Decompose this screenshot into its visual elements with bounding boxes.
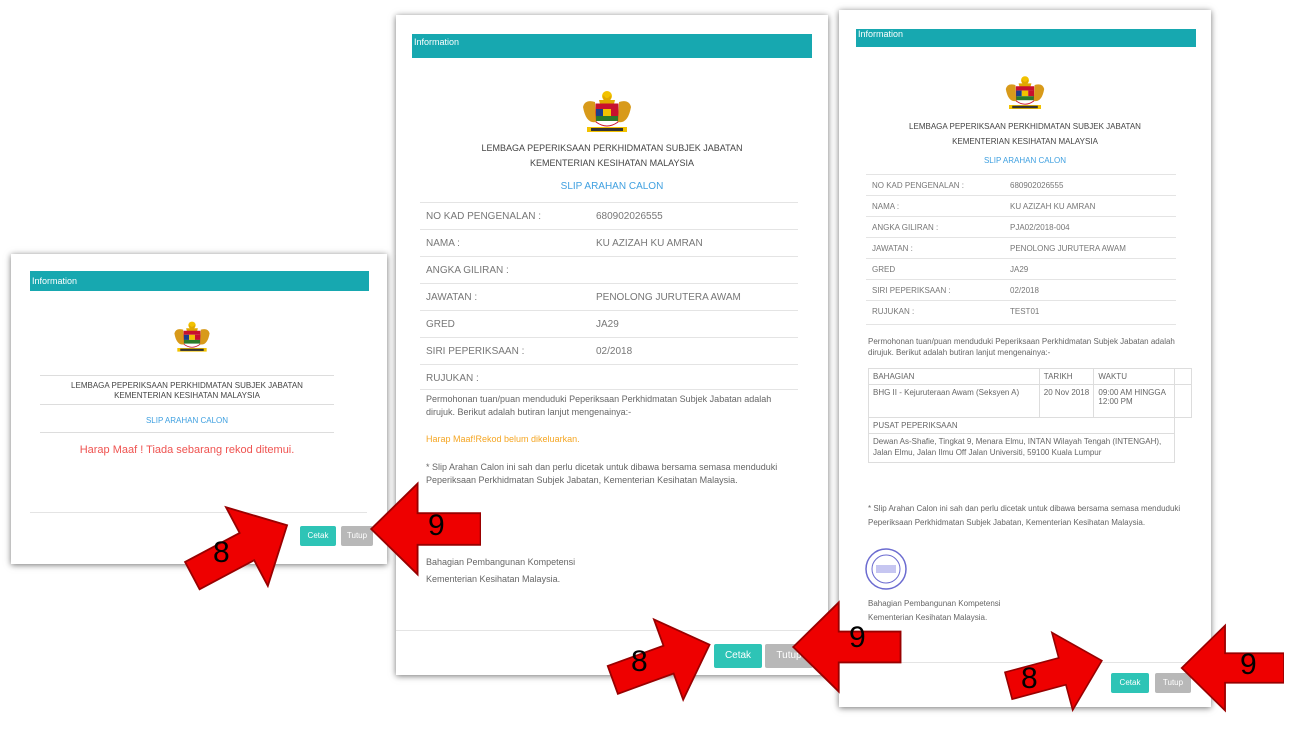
info-row: NO KAD PENGENALAN : 680902026555 <box>866 174 1176 196</box>
signature-line1: Bahagian Pembangunan Kompetensi <box>868 599 1001 608</box>
info-row: NAMA : KU AZIZAH KU AMRAN <box>420 229 798 257</box>
info-label: JAWATAN : <box>426 292 478 303</box>
cell-bahagian: BHG II - Kejuruteraan Awam (Seksyen A) <box>868 384 1040 418</box>
callout-number-9: 9 <box>849 621 866 654</box>
org-name-line2: KEMENTERIAN KESIHATAN MALAYSIA <box>952 137 1098 146</box>
malaysia-emblem-icon <box>1001 72 1049 114</box>
pusat-address: Dewan As-Shafie, Tingkat 9, Menara Elmu,… <box>868 433 1175 463</box>
info-value: TEST01 <box>1010 307 1040 316</box>
info-label: GRED <box>426 319 455 330</box>
org-name-line1: LEMBAGA PEPERIKSAAN PERKHIDMATAN SUBJEK … <box>909 122 1141 131</box>
info-value: 02/2018 <box>1010 286 1039 295</box>
info-row: NAMA : KU AZIZAH KU AMRAN <box>866 195 1176 217</box>
info-value: JA29 <box>596 319 619 330</box>
info-value: PENOLONG JURUTERA AWAM <box>1010 244 1126 253</box>
note-paragraph: * Slip Arahan Calon ini sah dan perlu di… <box>426 462 778 486</box>
info-row: RUJUKAN : <box>420 364 798 392</box>
callout-number-9: 9 <box>1240 648 1257 681</box>
callout-number-8: 8 <box>213 536 230 569</box>
info-value: PJA02/2018-004 <box>1010 223 1070 232</box>
info-label: SIRI PEPERIKSAAN : <box>872 286 951 295</box>
info-row: GRED JA29 <box>420 310 798 338</box>
callout-number-8: 8 <box>1021 662 1038 695</box>
dialog-header: Information <box>30 271 369 291</box>
info-value: KU AZIZAH KU AMRAN <box>1010 202 1096 211</box>
info-row: JAWATAN : PENOLONG JURUTERA AWAM <box>420 283 798 311</box>
signature-line2: Kementerian Kesihatan Malaysia. <box>868 613 988 622</box>
slip-title: SLIP ARAHAN CALON <box>560 181 664 192</box>
dialog-header: Information <box>412 34 812 58</box>
info-label: SIRI PEPERIKSAAN : <box>426 346 525 357</box>
callout-arrow-9-icon <box>369 478 481 580</box>
info-row: SIRI PEPERIKSAAN : 02/2018 <box>866 279 1176 301</box>
info-label: RUJUKAN : <box>426 373 479 384</box>
info-label: NO KAD PENGENALAN : <box>872 181 965 190</box>
callout-number-8: 8 <box>631 645 648 678</box>
col-bahagian-header: BAHAGIAN <box>868 368 1040 385</box>
malaysia-emblem-icon <box>170 317 214 357</box>
info-row: ANGKA GILIRAN : PJA02/2018-004 <box>866 216 1176 238</box>
info-value: 680902026555 <box>596 211 663 222</box>
cell-waktu: 09:00 AM HINGGA 12:00 PM <box>1093 384 1175 418</box>
info-value: 02/2018 <box>596 346 633 357</box>
dialog-header: Information <box>856 29 1196 47</box>
slip-title: SLIP ARAHAN CALON <box>145 416 229 425</box>
info-label: RUJUKAN : <box>872 307 915 316</box>
exam-schedule-table: BAHAGIAN TARIKH WAKTU BHG II - Kejuruter… <box>868 368 1193 463</box>
info-label: NAMA : <box>872 202 900 211</box>
info-label: GRED <box>872 265 896 274</box>
info-label: ANGKA GILIRAN : <box>872 223 939 232</box>
org-name-line2: KEMENTERIAN KESIHATAN MALAYSIA <box>114 391 260 400</box>
org-name-line1: LEMBAGA PEPERIKSAAN PERKHIDMATAN SUBJEK … <box>481 143 743 153</box>
org-name-line1: LEMBAGA PEPERIKSAAN PERKHIDMATAN SUBJEK … <box>71 381 303 390</box>
info-row: NO KAD PENGENALAN : 680902026555 <box>420 202 798 230</box>
info-label: ANGKA GILIRAN : <box>426 265 509 276</box>
info-label: NO KAD PENGENALAN : <box>426 211 542 222</box>
info-row: RUJUKAN : TEST01 <box>866 300 1176 322</box>
info-row: JAWATAN : PENOLONG JURUTERA AWAM <box>866 237 1176 259</box>
callout-arrow-9-icon <box>790 597 902 697</box>
cell-tarikh: 20 Nov 2018 <box>1038 384 1095 418</box>
callout-arrow-9-icon <box>1180 618 1284 718</box>
malaysia-emblem-icon <box>577 87 637 137</box>
warning-message: Harap Maaf!Rekod belum dikeluarkan. <box>426 434 580 444</box>
note-paragraph: * Slip Arahan Calon ini sah dan perlu di… <box>868 504 1181 527</box>
slip-title: SLIP ARAHAN CALON <box>983 156 1067 165</box>
callout-number-9: 9 <box>428 509 445 542</box>
error-message: Harap Maaf ! Tiada sebarang rekod ditemu… <box>79 444 295 456</box>
intro-paragraph: Permohonan tuan/puan menduduki Peperiksa… <box>426 394 772 418</box>
col-tarikh-header: TARIKH <box>1038 368 1095 385</box>
department-stamp-icon <box>865 548 907 590</box>
intro-paragraph: Permohonan tuan/puan menduduki Peperiksa… <box>868 337 1175 357</box>
info-row: GRED JA29 <box>866 258 1176 280</box>
info-value: JA29 <box>1010 265 1029 274</box>
org-name-line2: KEMENTERIAN KESIHATAN MALAYSIA <box>529 158 695 168</box>
info-value: 680902026555 <box>1010 181 1064 190</box>
info-row: SIRI PEPERIKSAAN : 02/2018 <box>420 337 798 365</box>
info-row: ANGKA GILIRAN : <box>420 256 798 284</box>
col-waktu-header: WAKTU <box>1093 368 1175 385</box>
info-label: NAMA : <box>426 238 460 249</box>
info-label: JAWATAN : <box>872 244 913 253</box>
info-value: KU AZIZAH KU AMRAN <box>596 238 703 249</box>
info-value: PENOLONG JURUTERA AWAM <box>596 292 741 303</box>
pusat-header: PUSAT PEPERIKSAAN <box>868 417 1175 434</box>
